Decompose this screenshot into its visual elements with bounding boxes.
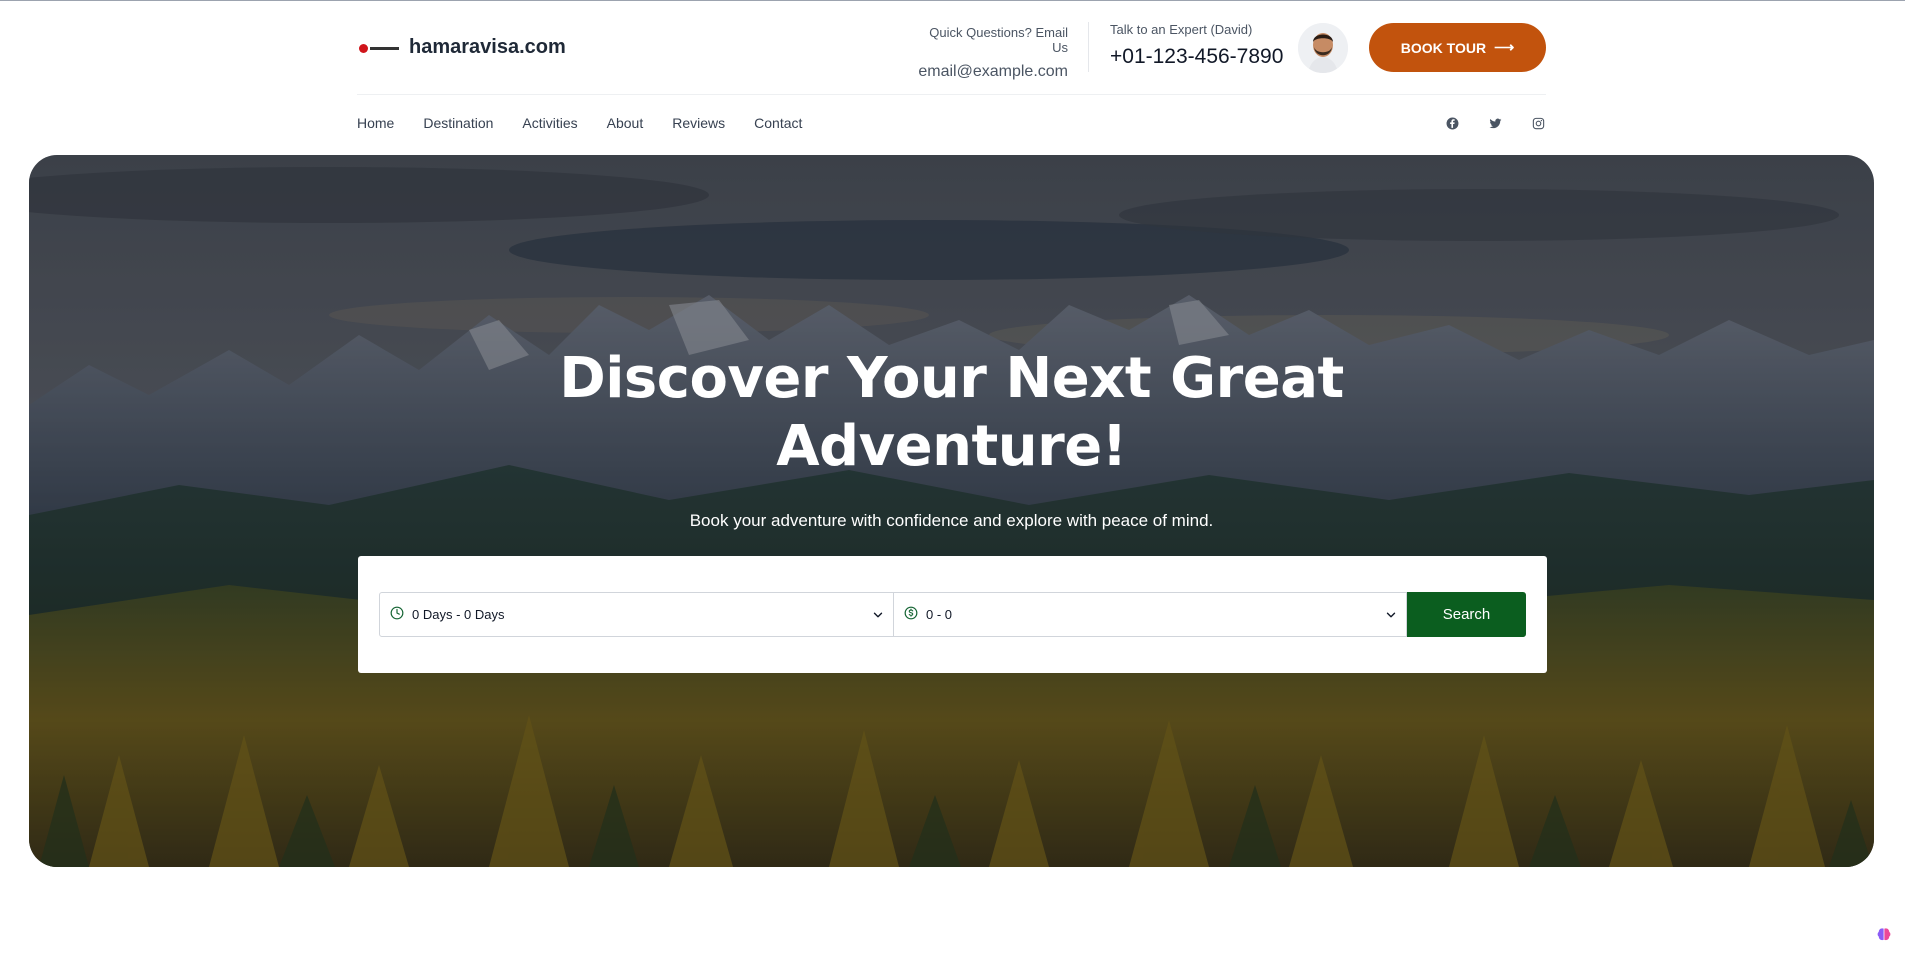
hero-title: Discover Your Next Great Adventure!: [29, 345, 1874, 481]
chevron-down-icon: [1384, 608, 1398, 622]
expert-avatar: [1298, 23, 1348, 73]
twitter-icon[interactable]: [1488, 116, 1503, 131]
nav-item-destination[interactable]: Destination: [423, 115, 493, 131]
brain-widget-icon[interactable]: [1875, 926, 1893, 944]
main-nav: Home Destination Activities About Review…: [357, 115, 802, 131]
hero-section: Discover Your Next Great Adventure! Book…: [29, 155, 1874, 867]
search-form: 0 Days - 0 Days 0 - 0 Search: [379, 592, 1526, 637]
contact-email-block: Quick Questions? Email Us email@example.…: [918, 25, 1068, 81]
expert-label: Talk to an Expert (David): [1110, 22, 1253, 37]
email-label: Quick Questions? Email Us: [929, 25, 1068, 55]
hero-subtitle: Book your adventure with confidence and …: [689, 511, 1214, 530]
logo-mark-icon: [357, 41, 399, 55]
dollar-circle-icon: [904, 606, 918, 623]
nav-item-reviews[interactable]: Reviews: [672, 115, 725, 131]
site-header: hamaravisa.com Quick Questions? Email Us…: [357, 0, 1546, 155]
header-rule: [357, 94, 1546, 95]
nav-item-contact[interactable]: Contact: [754, 115, 802, 131]
duration-select[interactable]: 0 Days - 0 Days: [379, 592, 894, 637]
arrow-right-icon: ⟶: [1494, 39, 1515, 55]
site-logo[interactable]: hamaravisa.com: [357, 36, 566, 59]
expert-phone-link[interactable]: +01-123-456-7890: [1110, 45, 1283, 69]
nav-item-about[interactable]: About: [607, 115, 644, 131]
price-select[interactable]: 0 - 0: [894, 592, 1407, 637]
book-tour-button[interactable]: BOOK TOUR ⟶: [1369, 23, 1546, 72]
logo-text: hamaravisa.com: [409, 36, 566, 58]
nav-item-home[interactable]: Home: [357, 115, 394, 131]
expert-contact-block: Talk to an Expert (David) +01-123-456-78…: [1110, 22, 1283, 69]
email-link[interactable]: email@example.com: [918, 63, 1068, 81]
duration-value: 0 Days - 0 Days: [412, 607, 505, 622]
search-button[interactable]: Search: [1407, 592, 1526, 637]
instagram-icon[interactable]: [1531, 116, 1546, 131]
chevron-down-icon: [871, 608, 885, 622]
nav-item-activities[interactable]: Activities: [522, 115, 577, 131]
social-links: [1445, 116, 1546, 131]
price-value: 0 - 0: [926, 607, 953, 622]
search-card: 0 Days - 0 Days 0 - 0 Search: [358, 556, 1547, 673]
header-divider: [1088, 22, 1089, 72]
hero-title-line-2: Adventure!: [776, 414, 1127, 479]
hero-title-line-1: Discover Your Next Great: [559, 346, 1344, 411]
book-tour-label: BOOK TOUR: [1400, 39, 1487, 56]
clock-icon: [390, 606, 404, 623]
facebook-icon[interactable]: [1445, 116, 1460, 131]
